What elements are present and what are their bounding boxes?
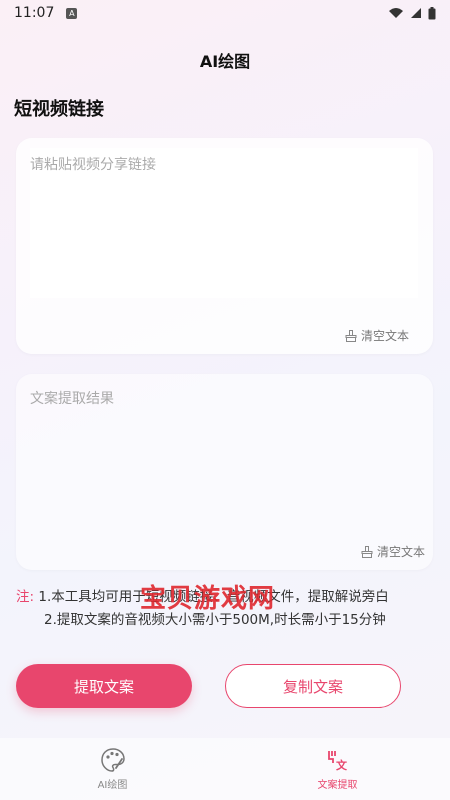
link-card: 清空文本 — [16, 138, 433, 354]
svg-text:文: 文 — [336, 758, 348, 772]
wifi-icon — [389, 8, 403, 18]
copy-button[interactable]: 复制文案 — [225, 664, 401, 708]
video-link-input[interactable] — [30, 148, 418, 298]
tab-text-extract[interactable]: 文 文案提取 — [225, 738, 450, 800]
bottom-tab-bar: AI绘图 文 文案提取 — [0, 738, 450, 800]
tab-ai-drawing-label: AI绘图 — [97, 780, 128, 791]
section-title: 短视频链接 — [14, 99, 104, 120]
watermark: 宝贝游戏网 — [140, 584, 276, 614]
note-label: 注: — [16, 589, 35, 605]
clear-result-button[interactable]: 清空文本 — [361, 543, 425, 560]
result-card: 清空文本 — [16, 374, 433, 570]
tab-ai-drawing[interactable]: AI绘图 — [0, 738, 225, 800]
clear-result-label: 清空文本 — [376, 545, 425, 559]
status-time: 11:07 — [14, 5, 55, 21]
page-title: AI绘图 — [199, 52, 251, 71]
battery-icon — [428, 6, 436, 19]
clear-link-button[interactable]: 清空文本 — [345, 327, 409, 344]
tab-text-extract-label: 文案提取 — [317, 780, 358, 791]
status-right — [388, 6, 436, 20]
brush-icon — [361, 545, 373, 558]
status-bar: 11:07 A — [0, 0, 450, 26]
text-extract-icon: 文 — [327, 751, 348, 772]
extract-button[interactable]: 提取文案 — [16, 664, 192, 708]
clear-link-label: 清空文本 — [360, 329, 409, 343]
signal-icon — [411, 8, 421, 18]
notification-badge-icon: A — [66, 7, 78, 19]
status-left: 11:07 A — [14, 5, 78, 21]
brush-icon — [345, 329, 357, 342]
extract-result-field[interactable] — [30, 388, 420, 538]
palette-icon — [100, 748, 125, 772]
